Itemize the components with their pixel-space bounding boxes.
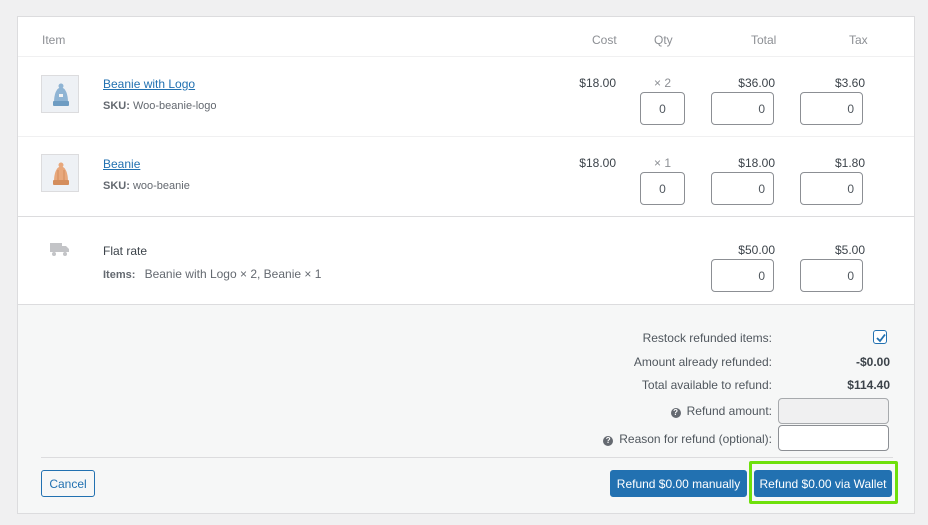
header-cost: Cost bbox=[592, 33, 617, 47]
row-divider bbox=[18, 136, 914, 137]
refund-shipping-total-input[interactable] bbox=[711, 259, 774, 292]
item-qty: × 2 bbox=[654, 76, 672, 90]
already-refunded-value: -$0.00 bbox=[855, 355, 890, 369]
available-to-refund-label: Total available to refund: bbox=[641, 378, 772, 392]
beanie-logo-icon bbox=[53, 83, 69, 106]
item-qty: × 1 bbox=[654, 156, 672, 170]
refund-via-wallet-button[interactable]: Refund $0.00 via Wallet bbox=[754, 470, 892, 497]
item-total: $36.00 bbox=[738, 76, 775, 90]
refund-reason-input[interactable] bbox=[778, 425, 889, 451]
refund-total-input[interactable] bbox=[711, 172, 774, 205]
header-total: Total bbox=[751, 33, 777, 47]
product-thumbnail bbox=[41, 154, 79, 192]
shipping-total: $50.00 bbox=[738, 243, 775, 257]
refund-total-input[interactable] bbox=[711, 92, 774, 125]
refund-amount-label: ? Refund amount: bbox=[412, 404, 772, 418]
product-link-beanie[interactable]: Beanie bbox=[103, 157, 140, 171]
refund-panel: Item Cost Qty Total Tax Beanie with Logo… bbox=[17, 16, 915, 514]
actions-divider bbox=[41, 457, 893, 458]
header-tax: Tax bbox=[849, 33, 868, 47]
checkmark-icon bbox=[876, 333, 886, 343]
already-refunded-label: Amount already refunded: bbox=[633, 355, 772, 369]
items-shipping-divider bbox=[18, 216, 914, 217]
refund-qty-input[interactable] bbox=[640, 92, 685, 125]
refund-amount-input[interactable] bbox=[778, 398, 889, 424]
header-divider bbox=[18, 56, 914, 57]
refund-shipping-tax-input[interactable] bbox=[800, 259, 863, 292]
shipping-items: Items: Beanie with Logo × 2, Beanie × 1 bbox=[103, 267, 322, 281]
item-tax: $1.80 bbox=[834, 156, 865, 170]
beanie-icon bbox=[53, 162, 69, 185]
item-total: $18.00 bbox=[738, 156, 775, 170]
truck-icon bbox=[50, 243, 69, 256]
help-icon[interactable]: ? bbox=[670, 408, 681, 418]
cancel-button[interactable]: Cancel bbox=[41, 470, 95, 497]
item-cost: $18.00 bbox=[579, 76, 616, 90]
item-tax: $3.60 bbox=[834, 76, 865, 90]
shipping-method-name: Flat rate bbox=[103, 244, 148, 258]
product-sku: SKU: woo-beanie bbox=[103, 180, 190, 192]
header-item: Item bbox=[42, 33, 66, 47]
shipping-tax: $5.00 bbox=[834, 243, 865, 257]
restock-label: Restock refunded items: bbox=[642, 331, 772, 345]
refund-reason-label: ? Reason for refund (optional): bbox=[412, 432, 772, 446]
refund-tax-input[interactable] bbox=[800, 92, 863, 125]
header-qty: Qty bbox=[654, 33, 673, 47]
product-sku: SKU: Woo-beanie-logo bbox=[103, 100, 217, 112]
item-cost: $18.00 bbox=[579, 156, 616, 170]
restock-checkbox[interactable] bbox=[873, 330, 887, 344]
refund-tax-input[interactable] bbox=[800, 172, 863, 205]
product-thumbnail bbox=[41, 75, 79, 113]
refund-manually-button[interactable]: Refund $0.00 manually bbox=[610, 470, 747, 497]
product-link-beanie-with-logo[interactable]: Beanie with Logo bbox=[103, 77, 195, 91]
refund-qty-input[interactable] bbox=[640, 172, 685, 205]
help-icon[interactable]: ? bbox=[603, 436, 614, 446]
available-to-refund-value: $114.40 bbox=[847, 378, 890, 392]
